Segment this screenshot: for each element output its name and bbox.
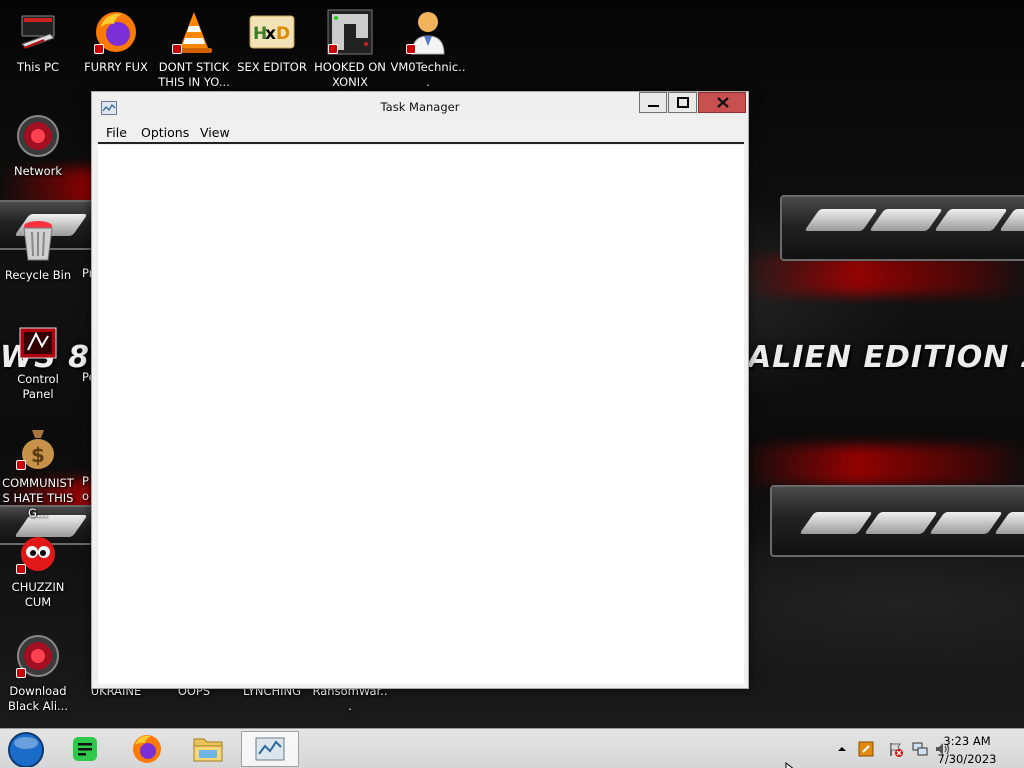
mouse-cursor-icon (785, 762, 794, 768)
firefox-icon (133, 735, 161, 763)
desktop-icon-hooked-on-xonix[interactable]: HOOKED ON XONIX (312, 8, 388, 90)
desktop-icon-dont-stick[interactable]: DONT STICK THIS IN YO... (156, 8, 232, 90)
taskbar-notes-app[interactable] (58, 731, 114, 767)
wallpaper-red-glow (740, 445, 1024, 485)
desktop-icon-recycle-bin[interactable]: Recycle Bin (0, 216, 76, 283)
wallpaper-plate (770, 485, 1024, 557)
desktop: WS 8.1 ALIEN EDITION 201 UKRAINE OOPS LY… (0, 0, 1024, 728)
minimize-button[interactable] (639, 92, 667, 113)
alien-network-icon (14, 112, 62, 160)
icon-label: Control Panel (17, 372, 59, 401)
system-tray: 3:23 AM 7/30/2023 (814, 729, 1024, 768)
icon-label: HOOKED ON XONIX (314, 60, 386, 89)
firefox-icon (92, 8, 140, 56)
xonix-game-icon (326, 8, 374, 56)
svg-text:x: x (265, 24, 276, 44)
desktop-icon-communists[interactable]: $ COMMUNISTS HATE THIS G... (0, 424, 76, 521)
icon-label: Network (13, 164, 63, 178)
desktop-icon-download-black-ali[interactable]: Download Black Ali... (0, 632, 76, 714)
icon-label: Download Black Ali... (8, 684, 68, 713)
task-manager-content (98, 145, 744, 684)
title-bar[interactable]: Task Manager (92, 92, 748, 122)
maximize-button[interactable] (668, 92, 697, 113)
winrar-tray-icon[interactable] (858, 741, 874, 757)
action-center-flag-icon[interactable] (888, 741, 904, 757)
close-button[interactable] (698, 92, 746, 113)
menu-options[interactable]: Options (139, 125, 191, 140)
recycle-bin-icon (14, 216, 62, 264)
desktop-icon-sex-editor[interactable]: H x D SEX EDITOR (234, 8, 310, 75)
icon-label: VM0Technic... (390, 60, 466, 89)
desktop-icon-vm0technic[interactable]: VM0Technic... (390, 8, 466, 90)
taskbar-task-manager[interactable] (241, 731, 299, 767)
menu-file[interactable]: File (104, 125, 129, 140)
icon-label: CHUZZIN CUM (11, 580, 65, 609)
task-manager-window[interactable]: Task Manager File Options View (91, 91, 749, 689)
taskbar-file-explorer[interactable] (180, 731, 236, 767)
notes-app-icon (73, 737, 97, 761)
control-panel-icon (14, 320, 62, 368)
show-hidden-icons-chevron-icon[interactable] (834, 741, 850, 757)
desktop-icon-furry-fux[interactable]: FURRY FUX (78, 8, 154, 75)
icon-label: FURRY FUX (84, 60, 148, 74)
clock-date[interactable]: 7/30/2023 (927, 752, 1007, 766)
doctor-person-icon (404, 8, 452, 56)
icon-label: COMMUNISTS HATE THIS G... (2, 476, 74, 520)
taskbar: 3:23 AM 7/30/2023 (0, 728, 1024, 768)
icon-label-cutoff: P (82, 474, 89, 488)
computer-icon (14, 8, 62, 56)
vlc-cone-icon (170, 8, 218, 56)
desktop-icon-this-pc[interactable]: This PC (0, 8, 76, 75)
clock-time[interactable]: 3:23 AM (927, 734, 1007, 748)
icon-label: DONT STICK THIS IN YO... (158, 60, 230, 89)
svg-text:$: $ (31, 443, 45, 467)
wallpaper-plate (780, 195, 1024, 261)
chuzzle-icon (14, 528, 62, 576)
wallpaper-red-glow (740, 255, 1024, 295)
taskbar-firefox[interactable] (119, 731, 175, 767)
menu-bar: File Options View (98, 122, 744, 144)
money-bag-icon: $ (14, 424, 62, 472)
icon-label: This PC (16, 60, 60, 74)
folder-icon (193, 738, 223, 762)
desktop-icon-network[interactable]: Network (0, 112, 76, 179)
hxd-editor-icon: H x D (248, 8, 296, 56)
desktop-icon-chuzzin[interactable]: CHUZZIN CUM (0, 528, 76, 610)
wallpaper-text: ALIEN EDITION 201 (748, 340, 1024, 375)
icon-label: SEX EDITOR (237, 60, 307, 74)
start-button[interactable] (0, 731, 52, 768)
desktop-icon-control-panel[interactable]: Control Panel (0, 320, 76, 402)
close-icon (717, 97, 729, 108)
network-tray-icon[interactable] (912, 741, 928, 757)
task-manager-icon (255, 737, 285, 761)
start-orb-icon (8, 732, 44, 768)
menu-view[interactable]: View (198, 125, 232, 140)
icon-label: Recycle Bin (4, 268, 72, 282)
icon-label-cutoff: o (82, 489, 90, 503)
alien-download-icon (14, 632, 62, 680)
svg-text:D: D (276, 24, 290, 44)
